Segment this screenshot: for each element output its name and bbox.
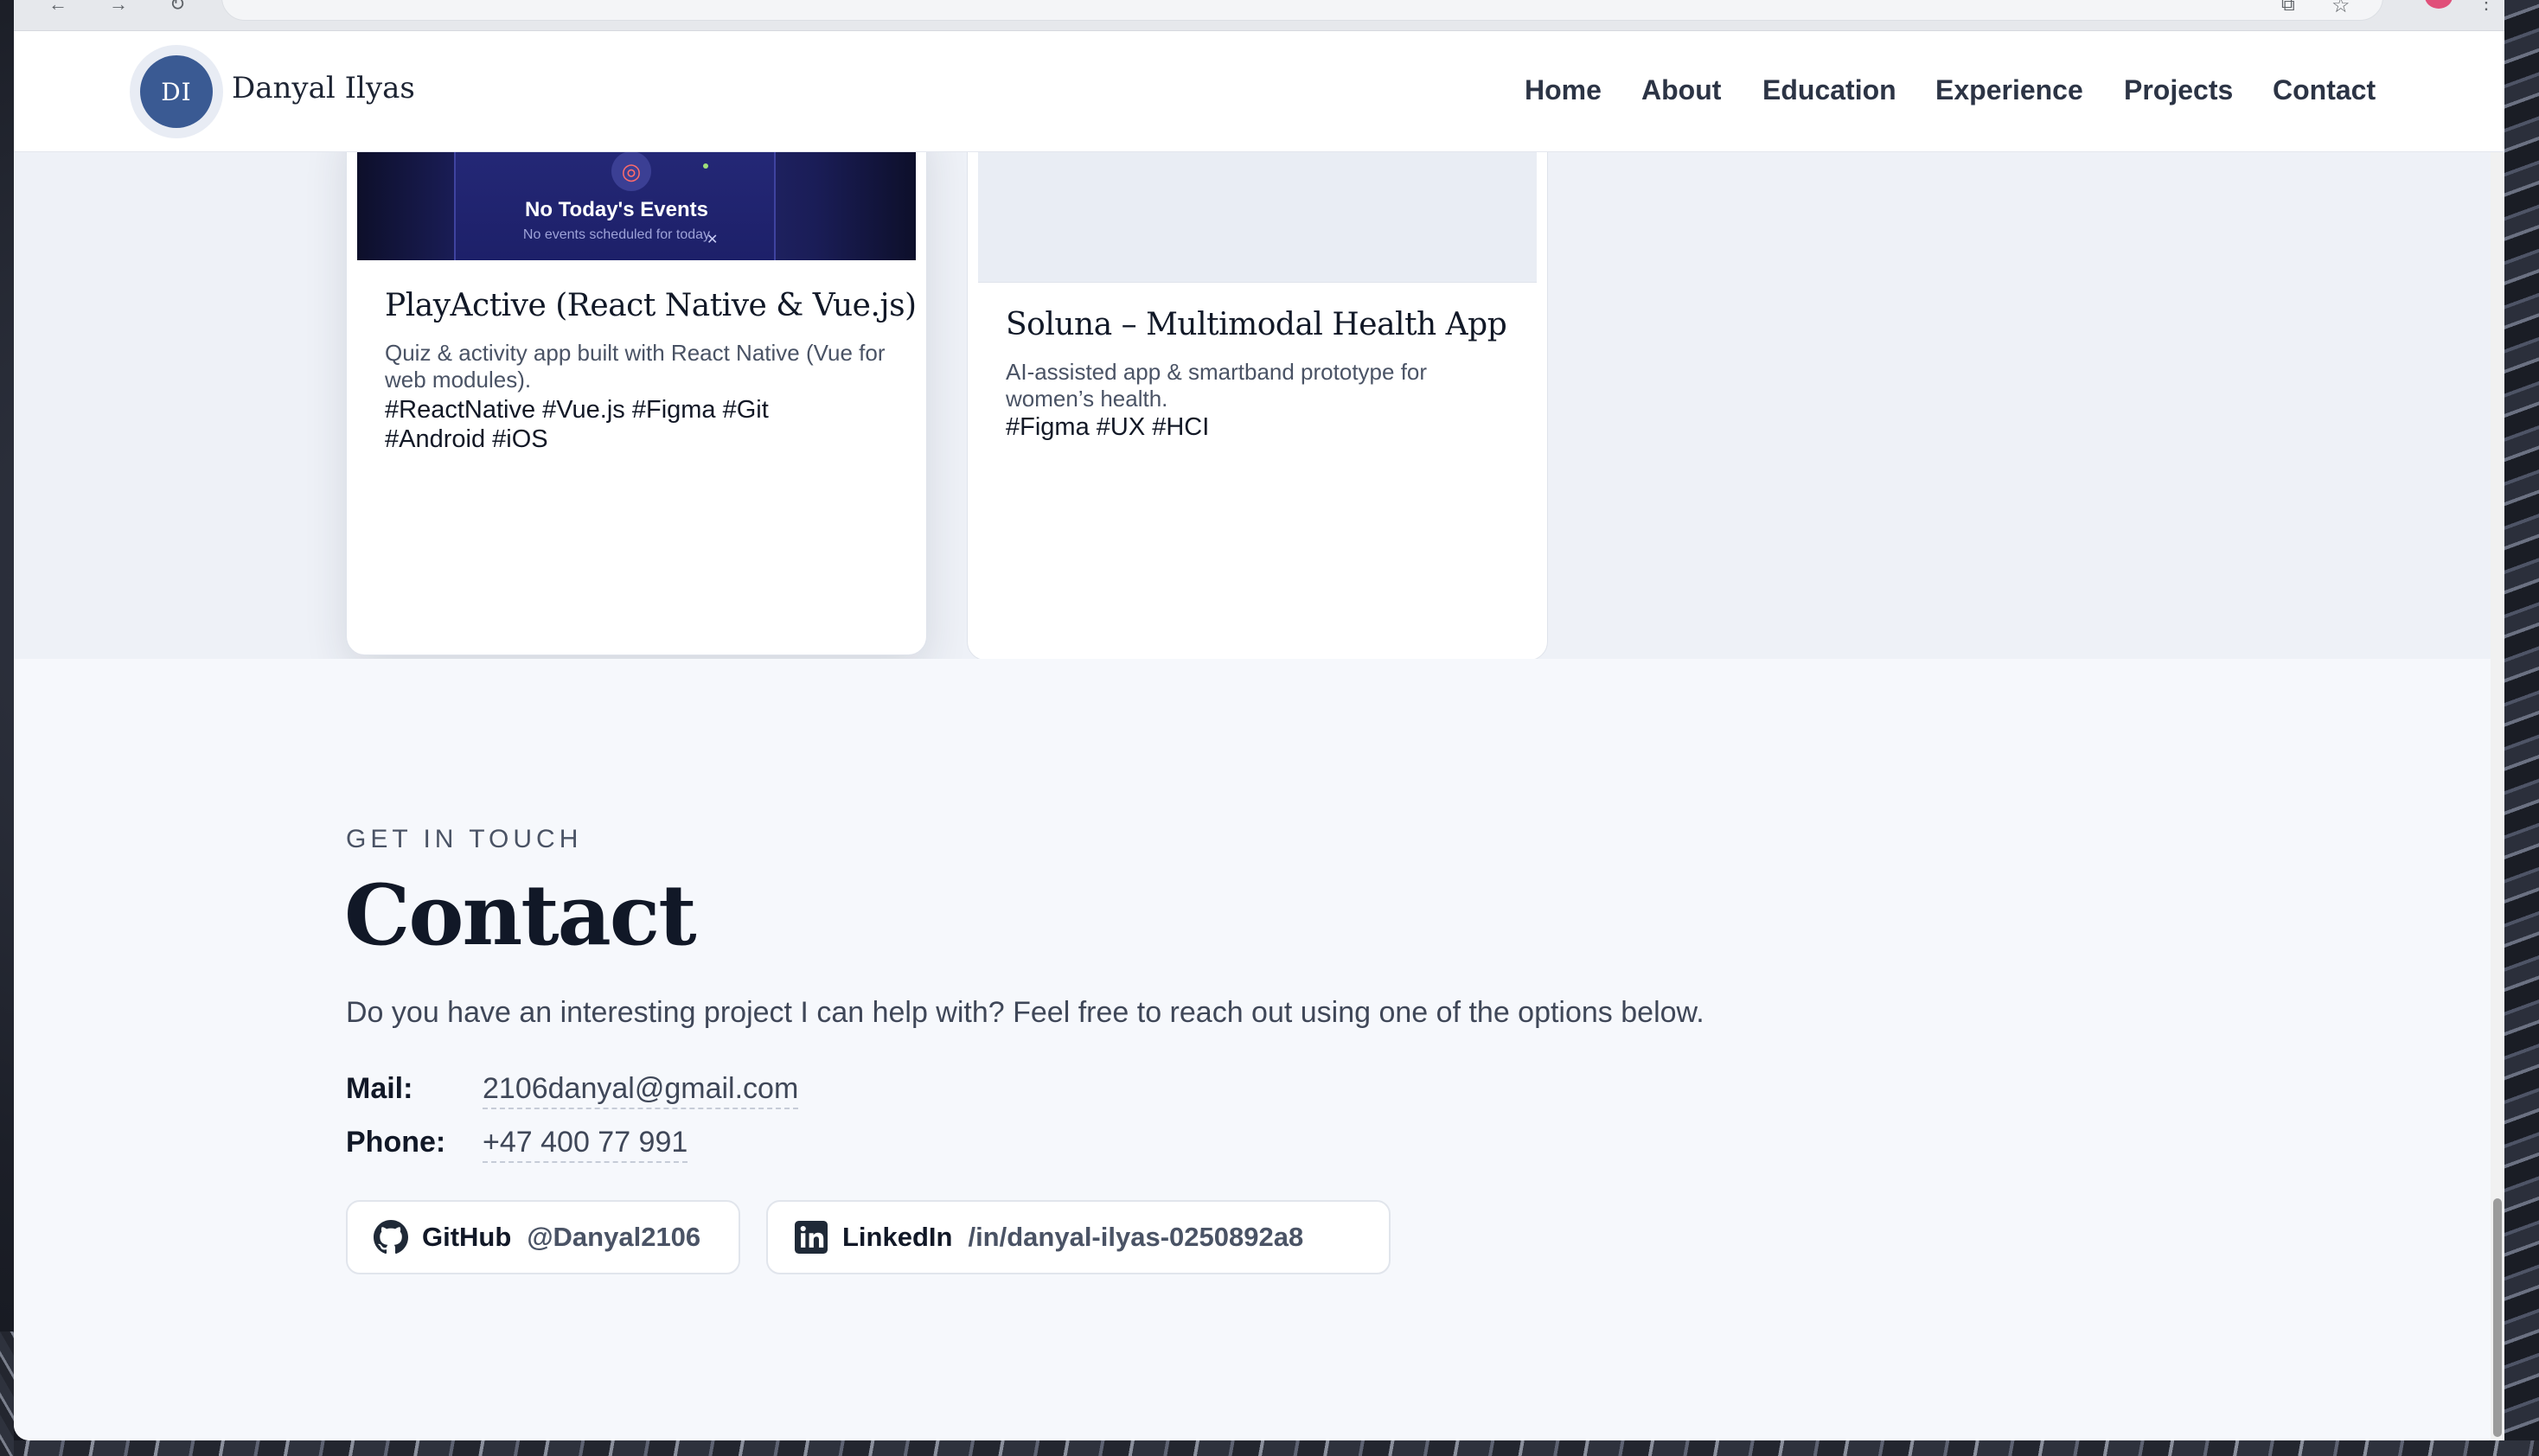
- linkedin-label: LinkedIn: [842, 1222, 953, 1252]
- project-tags: #Figma #UX #HCI: [1006, 413, 1210, 441]
- phone-label: Phone:: [346, 1126, 446, 1159]
- decorative-dot: [703, 163, 708, 169]
- mail-link[interactable]: 2106danyal@gmail.com: [483, 1072, 799, 1109]
- install-icon[interactable]: ⧉: [2281, 0, 2295, 16]
- mail-label: Mail:: [346, 1072, 413, 1105]
- profile-avatar[interactable]: [2425, 0, 2453, 9]
- contact-section: GET IN TOUCH Contact Do you have an inte…: [14, 659, 2504, 1440]
- menu-kebab-icon[interactable]: ⋮: [2477, 0, 2496, 14]
- nav-about[interactable]: About: [1641, 74, 1721, 106]
- nav-contact[interactable]: Contact: [2273, 74, 2376, 106]
- desktop-wallpaper: [2504, 0, 2539, 1456]
- project-description: Quiz & activity app built with React Nat…: [385, 340, 886, 393]
- github-handle: @Danyal2106: [527, 1222, 701, 1252]
- page-scrollbar[interactable]: [2491, 31, 2504, 1440]
- logo-initials: DI: [140, 55, 213, 128]
- empty-events-text: No Today's Events: [525, 198, 708, 221]
- project-description: AI-assisted app & smartband prototype fo…: [1006, 359, 1428, 412]
- address-bar[interactable]: [221, 0, 2383, 21]
- site-header: DI Danyal Ilyas Home About Education Exp…: [14, 31, 2504, 152]
- browser-window: ← → ↻ ⧉ ☆ ⋮ DI Danyal Ilyas Home About E…: [14, 0, 2504, 1440]
- bookmark-star-icon[interactable]: ☆: [2331, 0, 2350, 18]
- section-eyebrow: GET IN TOUCH: [346, 825, 583, 853]
- target-icon: ◎: [611, 151, 651, 191]
- logo-badge[interactable]: DI: [130, 45, 223, 138]
- reload-icon[interactable]: ↻: [169, 0, 189, 14]
- contact-intro: Do you have an interesting project I can…: [346, 996, 1704, 1029]
- linkedin-icon: [794, 1220, 828, 1255]
- project-tags: #ReactNative #Vue.js #Figma #Git #Androi…: [385, 396, 769, 453]
- project-title: Soluna – Multimodal Health App: [1006, 307, 1507, 342]
- back-icon[interactable]: ←: [48, 0, 67, 14]
- phone-link[interactable]: +47 400 77 991: [483, 1126, 688, 1163]
- github-label: GitHub: [422, 1222, 512, 1252]
- linkedin-handle: /in/danyal-ilyas-0250892a8: [968, 1222, 1304, 1252]
- github-button[interactable]: GitHub @Danyal2106: [346, 1200, 740, 1274]
- empty-events-subtext: No events scheduled for today: [522, 227, 711, 242]
- projects-section: ◎ ✕ ✕ No Today's Events No events schedu…: [14, 118, 2504, 661]
- desktop-wallpaper-left: [0, 1331, 14, 1456]
- desktop-wallpaper-bottom: [0, 1440, 2539, 1456]
- project-card-soluna[interactable]: Soluna – Multimodal Health App AI-assist…: [967, 118, 1548, 661]
- brand-name[interactable]: Danyal Ilyas: [232, 71, 415, 105]
- project-title: PlayActive (React Native & Vue.js): [385, 288, 917, 323]
- nav-experience[interactable]: Experience: [1935, 74, 2083, 106]
- browser-toolbar: ← → ↻ ⧉ ☆ ⋮: [14, 0, 2504, 31]
- forward-icon[interactable]: →: [109, 0, 128, 14]
- scrollbar-thumb[interactable]: [2493, 1198, 2502, 1437]
- nav-home[interactable]: Home: [1525, 74, 1602, 106]
- nav-projects[interactable]: Projects: [2124, 74, 2233, 106]
- linkedin-button[interactable]: LinkedIn /in/danyal-ilyas-0250892a8: [766, 1200, 1391, 1274]
- project-card-playactive[interactable]: ◎ ✕ ✕ No Today's Events No events schedu…: [346, 118, 927, 655]
- nav-education[interactable]: Education: [1762, 74, 1896, 106]
- section-title: Contact: [344, 866, 697, 964]
- github-icon: [374, 1220, 408, 1255]
